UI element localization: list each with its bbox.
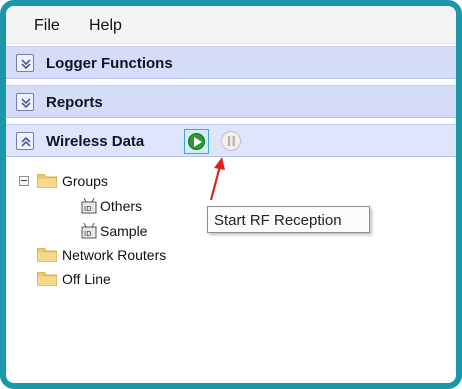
tree-label: Groups bbox=[62, 173, 108, 189]
tree-label: Sample bbox=[100, 223, 148, 239]
svg-text:ID: ID bbox=[84, 230, 91, 238]
svg-text:ID: ID bbox=[84, 205, 91, 213]
menu-file[interactable]: File bbox=[34, 17, 60, 35]
annotation-arrow-icon bbox=[209, 157, 225, 201]
tooltip: Start RF Reception bbox=[207, 206, 370, 233]
collapse-toggle-icon[interactable] bbox=[19, 176, 29, 186]
panel-title: Logger Functions bbox=[46, 55, 173, 72]
panel-wireless-data[interactable]: Wireless Data bbox=[6, 124, 456, 157]
panel-reports[interactable]: Reports bbox=[6, 85, 456, 118]
menu-bar: File Help bbox=[6, 6, 456, 44]
chevron-double-down-icon[interactable] bbox=[16, 93, 34, 111]
start-rf-reception-button[interactable] bbox=[184, 129, 209, 154]
tree-label: Network Routers bbox=[62, 247, 167, 263]
pause-button[interactable] bbox=[221, 131, 241, 151]
tree-node-network-routers[interactable]: Network Routers bbox=[37, 246, 237, 264]
panel-title: Reports bbox=[46, 94, 103, 111]
folder-icon bbox=[37, 272, 57, 286]
tree-label: Off Line bbox=[62, 271, 111, 287]
folder-icon bbox=[37, 248, 57, 262]
pause-icon bbox=[228, 136, 235, 146]
app-window: File Help Logger Functions Reports Wirel… bbox=[0, 0, 462, 389]
menu-help[interactable]: Help bbox=[89, 17, 122, 35]
tree-node-off-line[interactable]: Off Line bbox=[37, 270, 187, 288]
logger-device-icon: ID bbox=[81, 223, 97, 239]
play-icon bbox=[188, 133, 205, 150]
folder-icon bbox=[37, 174, 57, 188]
panel-logger-functions[interactable]: Logger Functions bbox=[6, 46, 456, 79]
chevron-double-up-icon[interactable] bbox=[16, 132, 34, 150]
tree-node-groups[interactable]: Groups bbox=[19, 172, 169, 190]
logger-device-icon: ID bbox=[81, 198, 97, 214]
tree-view: Groups ID Others ID Sample Network Route… bbox=[6, 166, 456, 381]
tree-label: Others bbox=[100, 198, 143, 214]
chevron-double-down-icon[interactable] bbox=[16, 54, 34, 72]
panel-title: Wireless Data bbox=[46, 133, 145, 150]
